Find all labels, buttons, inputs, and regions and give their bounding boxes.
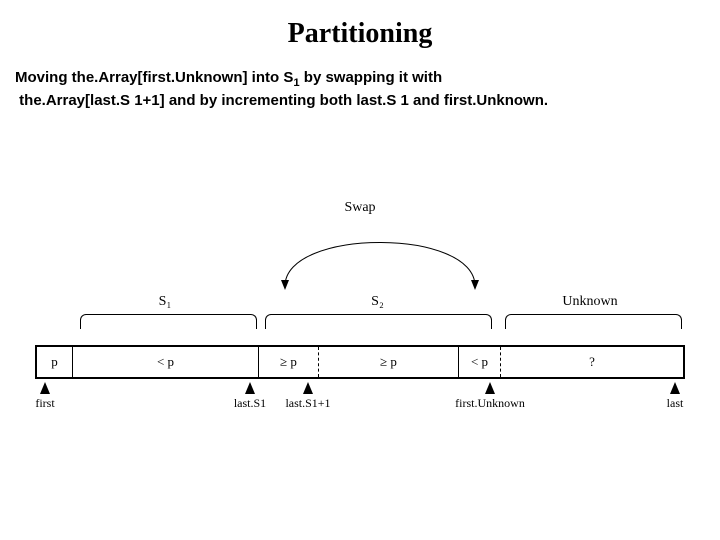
region-label-s2: S₂ xyxy=(260,294,495,310)
cell-moved-lt-p: < p xyxy=(459,347,501,377)
slide: Partitioning Moving the.Array[first.Unkn… xyxy=(0,0,720,540)
cell-pivot: p xyxy=(37,347,73,377)
pointer-label: first xyxy=(35,396,54,410)
pointer-label: last xyxy=(667,396,684,410)
array-bar: p < p ≥ p ≥ p < p ? xyxy=(35,345,685,379)
cell-ge-p: ≥ p xyxy=(319,347,459,377)
pointer-first: first xyxy=(25,382,65,411)
pointer-label: first.Unknown xyxy=(455,396,525,410)
description: Moving the.Array[first.Unknown] into S1 … xyxy=(0,50,720,111)
pointer-row: first last.S1 last.S1+1 first.Unknown la… xyxy=(35,382,685,432)
swap-arc xyxy=(35,210,685,290)
brace-s2 xyxy=(265,314,492,329)
cell-lt-p: < p xyxy=(73,347,259,377)
region-label-unknown: Unknown xyxy=(500,294,680,310)
brace-s1 xyxy=(80,314,257,329)
pointer-lastS1plus1: last.S1+1 xyxy=(273,382,343,411)
arrow-up-icon xyxy=(485,382,495,394)
brace-unknown xyxy=(505,314,682,329)
pointer-label: last.S1 xyxy=(234,396,266,410)
arrow-up-icon xyxy=(40,382,50,394)
pointer-last: last xyxy=(655,382,695,411)
cell-unknown: ? xyxy=(501,347,683,377)
cell-ge-p-swap: ≥ p xyxy=(259,347,319,377)
arrow-up-icon xyxy=(245,382,255,394)
pointer-firstUnknown: first.Unknown xyxy=(440,382,540,411)
pointer-label: last.S1+1 xyxy=(285,396,330,410)
arrow-up-icon xyxy=(303,382,313,394)
region-braces: S₁ S₂ Unknown xyxy=(35,298,685,328)
region-label-s1: S₁ xyxy=(75,294,255,310)
arrow-up-icon xyxy=(670,382,680,394)
pointer-lastS1: last.S1 xyxy=(220,382,280,411)
page-title: Partitioning xyxy=(0,0,720,50)
